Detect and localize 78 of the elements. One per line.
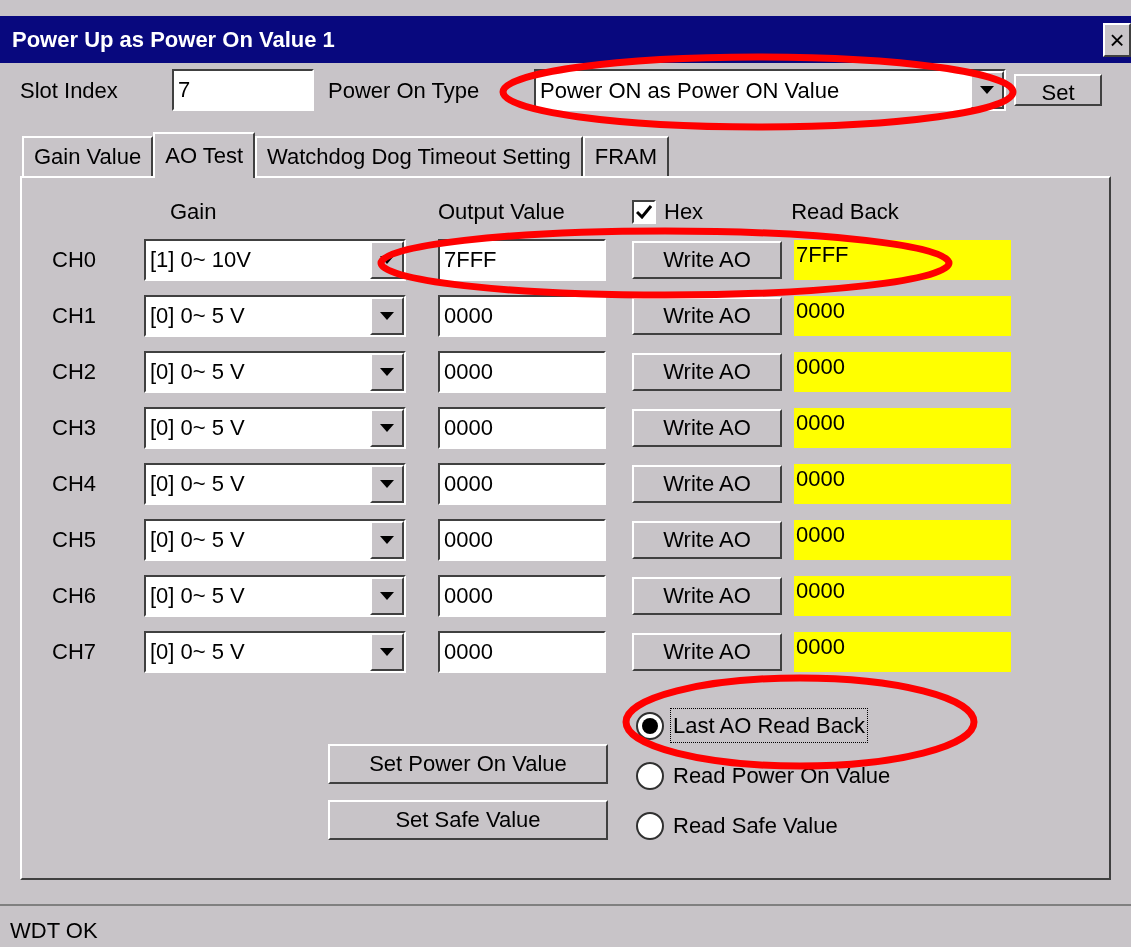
column-header: Output Value — [438, 198, 566, 227]
channel-label: CH5 — [52, 526, 97, 555]
column-header: Read Back — [791, 198, 899, 227]
output-value-field[interactable]: 7FFF — [438, 238, 606, 281]
dropdown-arrow-button[interactable] — [370, 464, 404, 503]
read-back-value: 0000 — [794, 463, 1011, 504]
caret-down-icon — [380, 591, 394, 600]
channel-label: CH2 — [52, 358, 97, 387]
radio-option[interactable]: Read Safe Value — [636, 807, 894, 844]
write-ao-button[interactable]: Write AO — [632, 632, 782, 671]
output-value-field[interactable]: 0000 — [438, 406, 606, 449]
checkbox-box[interactable] — [632, 199, 656, 224]
gain-dropdown[interactable]: [0] 0~ 5 V — [144, 350, 406, 393]
column-header: Gain — [170, 198, 218, 227]
output-value-field[interactable]: 0000 — [438, 350, 606, 393]
channel-label: CH7 — [52, 638, 97, 667]
window-title: Power Up as Power On Value 1 — [12, 26, 335, 54]
read-back-value: 0000 — [794, 519, 1011, 560]
action-button[interactable]: Set Safe Value — [328, 799, 608, 840]
gain-dropdown[interactable]: [0] 0~ 5 V — [144, 518, 406, 561]
caret-down-icon — [380, 479, 394, 488]
dropdown-arrow-button[interactable] — [370, 408, 404, 447]
write-ao-button[interactable]: Write AO — [632, 520, 782, 559]
gain-dropdown[interactable]: [0] 0~ 5 V — [144, 462, 406, 505]
radio-button[interactable] — [636, 761, 664, 790]
gain-dropdown[interactable]: [0] 0~ 5 V — [144, 630, 406, 673]
power-on-type-dropdown[interactable]: Power ON as Power ON Value — [534, 69, 1006, 112]
slot-index-field[interactable]: 7 — [172, 69, 314, 112]
radio-option[interactable]: Read Power On Value — [636, 757, 894, 794]
radio-button[interactable] — [636, 811, 664, 840]
close-button[interactable]: × — [1103, 22, 1131, 57]
write-ao-button[interactable]: Write AO — [632, 240, 782, 279]
write-ao-button[interactable]: Write AO — [632, 296, 782, 335]
channel-label: CH0 — [52, 246, 97, 275]
channel-label: CH6 — [52, 582, 97, 611]
caret-down-icon — [380, 311, 394, 320]
status-text: WDT OK — [9, 917, 99, 945]
write-ao-button[interactable]: Write AO — [632, 576, 782, 615]
dropdown-arrow-button[interactable] — [370, 296, 404, 335]
output-value-field[interactable]: 0000 — [438, 462, 606, 505]
dropdown-arrow-button[interactable] — [370, 576, 404, 615]
dropdown-arrow-button[interactable] — [370, 520, 404, 559]
read-back-value: 0000 — [794, 407, 1011, 448]
write-ao-button[interactable]: Write AO — [632, 464, 782, 503]
slot-index-label: Slot Index — [20, 77, 119, 105]
channel-label: CH3 — [52, 414, 97, 443]
caret-down-icon — [380, 647, 394, 656]
write-ao-button[interactable]: Write AO — [632, 408, 782, 447]
hex-checkbox[interactable]: Hex — [632, 199, 704, 224]
read-back-value: 0000 — [794, 351, 1011, 392]
gain-dropdown[interactable]: [0] 0~ 5 V — [144, 406, 406, 449]
output-value-field[interactable]: 0000 — [438, 630, 606, 673]
tab[interactable]: Gain Value — [22, 135, 154, 176]
read-back-value: 0000 — [794, 295, 1011, 336]
caret-down-icon — [380, 367, 394, 376]
read-back-value: 0000 — [794, 575, 1011, 616]
output-value-field[interactable]: 0000 — [438, 518, 606, 561]
caret-down-icon — [380, 423, 394, 432]
dropdown-arrow-button[interactable] — [370, 632, 404, 671]
output-value-field[interactable]: 0000 — [438, 574, 606, 617]
caret-down-icon — [980, 86, 994, 95]
tab[interactable]: FRAM — [582, 135, 670, 176]
output-value-field[interactable]: 0000 — [438, 294, 606, 337]
action-button[interactable]: Set Power On Value — [328, 743, 608, 784]
gain-dropdown[interactable]: [0] 0~ 5 V — [144, 294, 406, 337]
dropdown-arrow-button[interactable] — [370, 352, 404, 391]
tab[interactable]: AO Test — [153, 131, 256, 178]
tab[interactable]: Watchdog Dog Timeout Setting — [255, 135, 583, 176]
checkmark-icon — [636, 204, 652, 219]
set-button[interactable]: Set — [1014, 74, 1102, 107]
power-on-type-label: Power On Type — [328, 77, 481, 105]
read-back-value: 0000 — [794, 631, 1011, 672]
radio-button[interactable] — [636, 711, 664, 740]
caret-down-icon — [380, 535, 394, 544]
gain-dropdown[interactable]: [0] 0~ 5 V — [144, 574, 406, 617]
write-ao-button[interactable]: Write AO — [632, 352, 782, 391]
channel-label: CH4 — [52, 470, 97, 499]
channel-label: CH1 — [52, 302, 97, 331]
